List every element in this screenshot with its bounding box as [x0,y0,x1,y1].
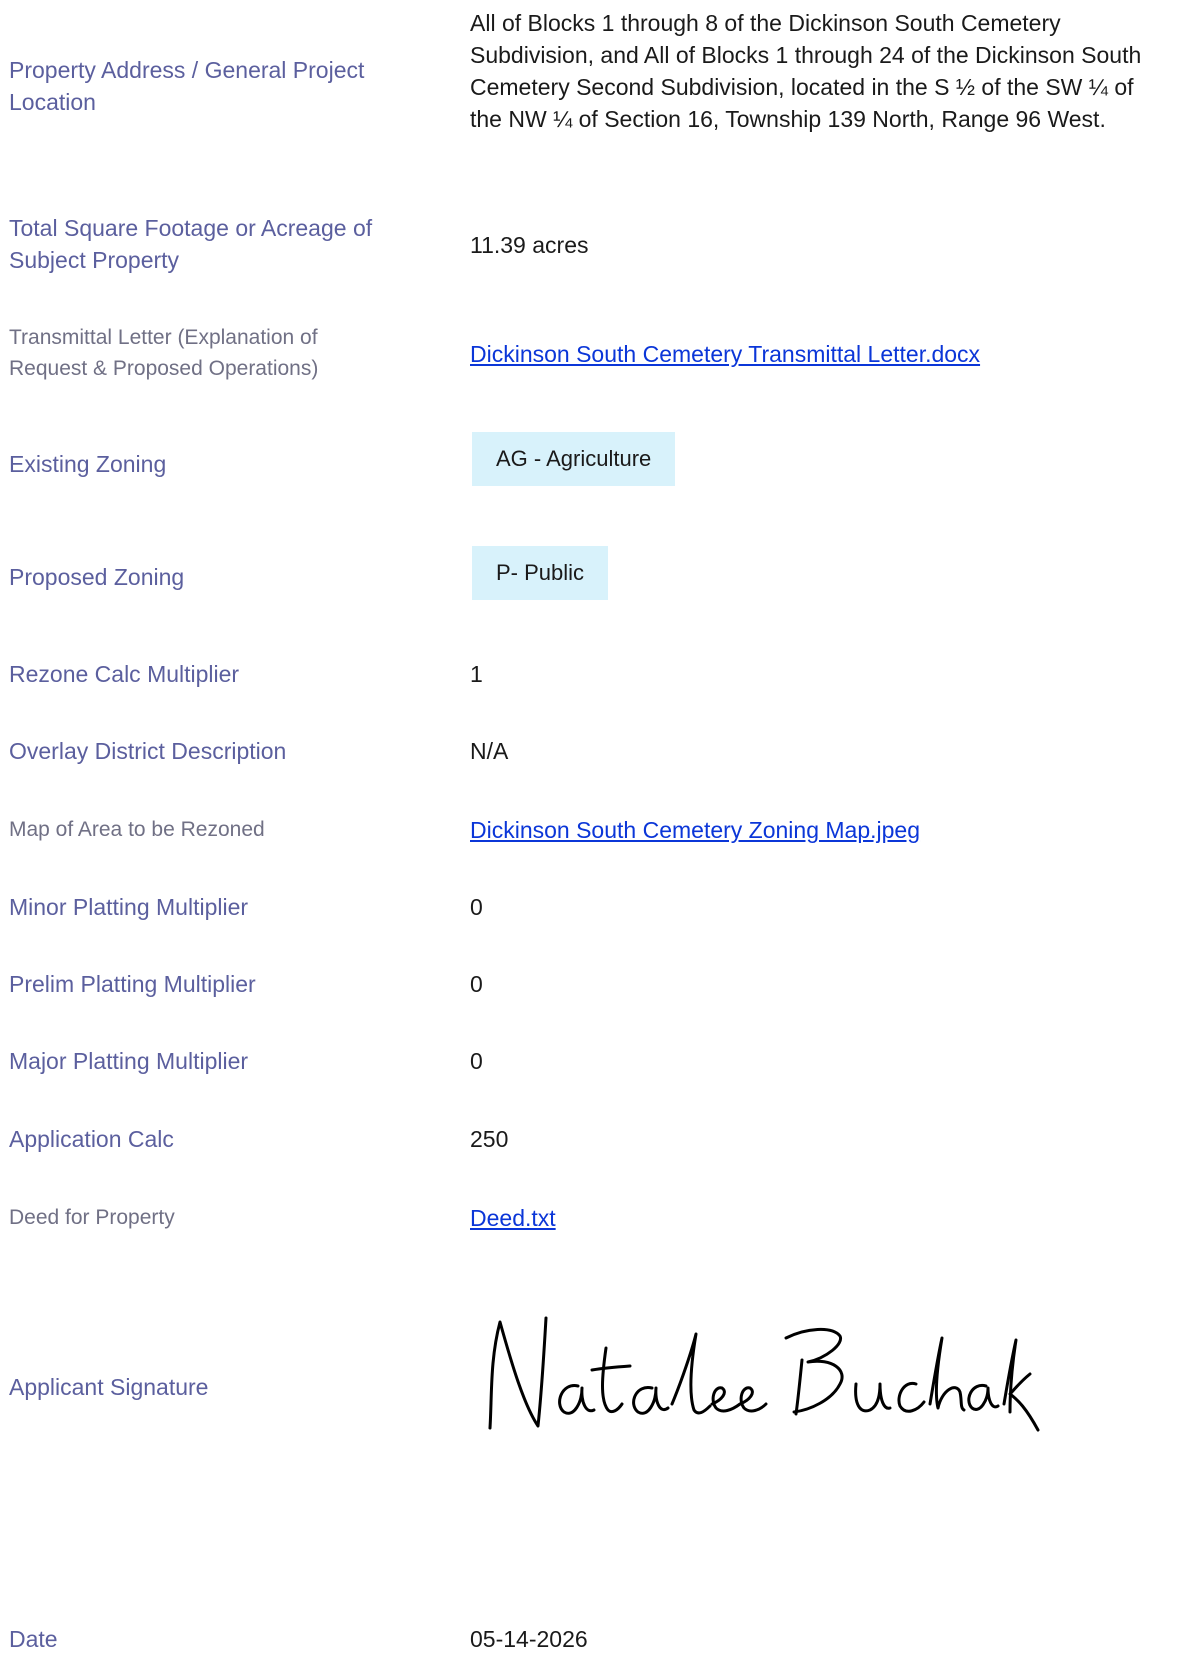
address-value: All of Blocks 1 through 8 of the Dickins… [470,10,1142,132]
minor-platting-value: 0 [470,894,483,920]
acreage-value: 11.39 acres [470,232,589,258]
date-value: 05-14-2026 [470,1626,588,1652]
major-platting-label: Major Platting Multiplier [9,1048,249,1074]
prelim-platting-value: 0 [470,971,483,997]
address-label: Property Address / General Project Locat… [9,57,365,115]
existing-zoning-label: Existing Zoning [9,451,167,477]
applicant-signature-image [488,1316,1040,1432]
major-platting-value: 0 [470,1048,483,1074]
date-label: Date [9,1626,58,1652]
rezone-multiplier-value: 1 [470,661,483,687]
map-link[interactable]: Dickinson South Cemetery Zoning Map.jpeg [470,814,920,846]
overlay-value: N/A [470,738,509,764]
rezone-multiplier-label: Rezone Calc Multiplier [9,661,240,687]
acreage-label: Total Square Footage or Acreage of Subje… [9,215,373,273]
prelim-platting-label: Prelim Platting Multiplier [9,971,256,997]
map-label: Map of Area to be Rezoned [9,818,265,841]
overlay-label: Overlay District Description [9,738,287,764]
application-calc-value: 250 [470,1126,509,1152]
deed-label: Deed for Property [9,1206,175,1229]
signature-label: Applicant Signature [9,1374,209,1400]
existing-zoning-badge: AG - Agriculture [472,432,676,486]
deed-link[interactable]: Deed.txt [470,1202,556,1234]
minor-platting-label: Minor Platting Multiplier [9,894,249,920]
proposed-zoning-label: Proposed Zoning [9,564,185,590]
transmittal-link[interactable]: Dickinson South Cemetery Transmittal Let… [470,338,980,370]
proposed-zoning-badge: P- Public [472,546,609,600]
application-calc-label: Application Calc [9,1126,174,1152]
transmittal-label: Transmittal Letter (Explanation of Reque… [9,326,319,380]
